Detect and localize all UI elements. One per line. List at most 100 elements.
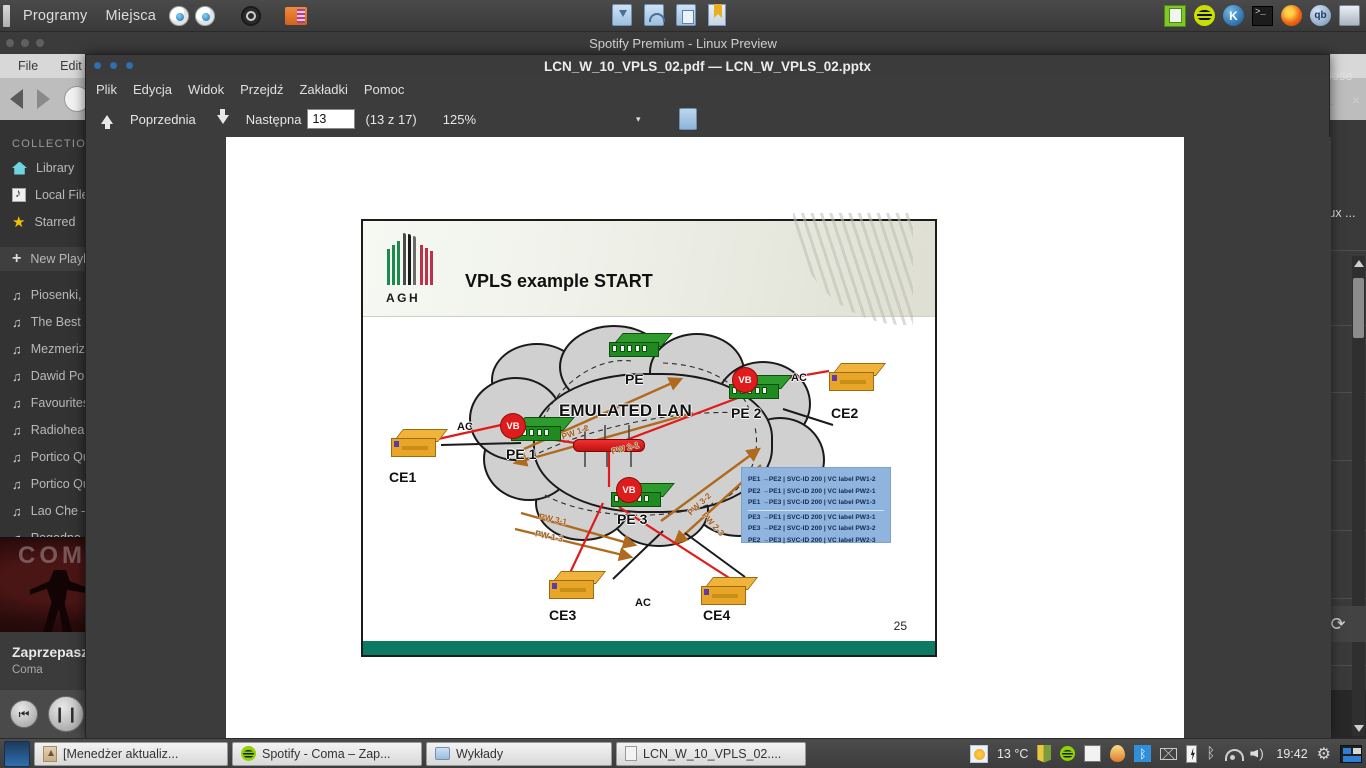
bluetooth-blue-icon[interactable]: ᛒ xyxy=(1134,745,1152,762)
weather-icon[interactable] xyxy=(969,744,988,763)
playlist-label: Dawid Po xyxy=(30,369,85,383)
forward-arrow-icon[interactable] xyxy=(37,89,50,109)
folder-media-icon[interactable] xyxy=(285,6,308,25)
volume-icon[interactable] xyxy=(1250,746,1267,761)
pdf-document-view[interactable]: AGH VPLS example START VB VB VB PE EMULA… xyxy=(86,137,1331,739)
spotify-titlebar: Spotify Premium - Linux Preview xyxy=(0,32,1366,54)
taskbar-button-pdf[interactable]: LCN_W_10_VPLS_02.... xyxy=(616,741,806,766)
taskbar-button-label: Spotify - Coma – Zap... xyxy=(262,746,391,761)
spotify-icon[interactable] xyxy=(1194,5,1215,26)
sidebar-item-label: Library xyxy=(36,161,75,175)
spotify-menu-edit[interactable]: Edit xyxy=(60,59,82,73)
music-note-icon: ♫ xyxy=(12,341,22,357)
home-icon xyxy=(12,161,27,175)
desktop-screen: Programy Miejsca K >_ qb Spotify Premium… xyxy=(0,0,1366,768)
vc-label-table: PE1 →PE2 | SVC-ID 200 | VC label PW1-2 P… xyxy=(741,467,891,544)
back-arrow-icon[interactable] xyxy=(10,89,23,109)
spotify-window-buttons[interactable] xyxy=(6,39,44,47)
window-minimize-icon[interactable] xyxy=(21,39,29,47)
playlist-label: Lao Che – xyxy=(30,504,89,518)
previous-page-button[interactable]: Poprzednia xyxy=(130,112,196,127)
pdf-menu-widok[interactable]: Widok xyxy=(188,82,224,97)
firefox-eyes-icon[interactable] xyxy=(169,5,190,26)
pause-button[interactable]: ❙❙ xyxy=(48,696,84,732)
terminal-icon[interactable]: >_ xyxy=(1252,5,1273,26)
label-ce2: CE2 xyxy=(831,405,859,421)
workspace-switcher-icon[interactable] xyxy=(1340,744,1362,763)
top-panel-middle-icons xyxy=(612,4,726,26)
editor-icon[interactable] xyxy=(1084,745,1102,762)
plus-icon: + xyxy=(12,250,22,267)
taskbar-button-wyklady[interactable]: Wykłady xyxy=(426,741,612,766)
previous-page-icon[interactable] xyxy=(94,108,120,130)
pdf-toolbar: Poprzednia Następna 13 (13 z 17) 125% ▾ xyxy=(86,101,1329,137)
taskbar-button-spotify[interactable]: Spotify - Coma – Zap... xyxy=(232,741,422,766)
battery-icon[interactable] xyxy=(1186,744,1198,763)
green-notepad-icon[interactable] xyxy=(1164,4,1186,27)
pdf-viewer-window[interactable]: LCN_W_10_VPLS_02.pdf — LCN_W_VPLS_02.ppt… xyxy=(85,54,1331,739)
ce4-device xyxy=(701,577,759,607)
playlist-label: Portico Qu xyxy=(30,477,90,491)
qbittorrent-icon[interactable]: qb xyxy=(1310,5,1331,26)
folder-icon xyxy=(435,747,450,760)
page-total-label: (13 z 17) xyxy=(365,111,417,127)
panel-grip[interactable] xyxy=(3,4,10,27)
album-art-figure xyxy=(30,570,90,632)
clock-label[interactable]: 19:42 xyxy=(1276,747,1307,761)
page-number-input[interactable]: 13 xyxy=(307,109,356,129)
close-icon[interactable]: × xyxy=(1352,92,1360,108)
menu-miejsca[interactable]: Miejsca xyxy=(96,8,165,24)
next-page-button[interactable]: Następna xyxy=(246,112,302,127)
gear-icon[interactable]: ⚙ xyxy=(1317,744,1331,764)
taskbar-button-update-manager[interactable]: [Menedżer aktualiz... xyxy=(34,741,228,766)
window-maximize-icon[interactable] xyxy=(36,39,44,47)
scrollbar-thumb[interactable] xyxy=(1353,278,1364,338)
scrollbar-vertical[interactable] xyxy=(1352,256,1365,736)
window-maximize-icon[interactable] xyxy=(126,62,133,69)
kde-icon[interactable]: K xyxy=(1223,5,1244,26)
firefox-icon[interactable] xyxy=(1281,5,1302,26)
scroll-up-icon[interactable] xyxy=(1354,260,1364,267)
sidebar-toggle-icon[interactable] xyxy=(678,108,697,130)
pdf-menu-pomoc[interactable]: Pomoc xyxy=(364,82,404,97)
sidebar-item-label: Starred xyxy=(34,215,76,229)
dropbox-icon[interactable] xyxy=(1110,745,1126,762)
chevron-down-icon[interactable]: ▾ xyxy=(636,114,641,125)
disk-icon[interactable] xyxy=(1339,5,1360,26)
pdf-icon xyxy=(625,746,637,761)
page-doc-icon[interactable] xyxy=(676,4,696,26)
ce3-device xyxy=(549,571,607,601)
window-close-icon[interactable] xyxy=(94,62,101,69)
ce1-device xyxy=(391,429,449,459)
label-ac-1: AC xyxy=(457,421,473,433)
music-note-icon: ♫ xyxy=(12,395,22,411)
show-desktop-icon[interactable] xyxy=(4,740,30,767)
pdf-menu-edycja[interactable]: Edycja xyxy=(133,82,172,97)
ubuntu-icon[interactable] xyxy=(241,5,262,26)
spotify-menu-file[interactable]: File xyxy=(18,59,38,73)
label-emulated-lan: EMULATED LAN xyxy=(559,401,692,420)
spotify-tray-icon[interactable] xyxy=(1060,746,1076,761)
previous-button[interactable]: ⏮ xyxy=(10,700,38,728)
zoom-level-value[interactable]: 125% xyxy=(443,112,476,127)
bluetooth-icon[interactable]: ᛒ xyxy=(1206,745,1215,762)
vc-table-row: PE1 →PE2 | SVC-ID 200 | VC label PW1-2 xyxy=(748,476,876,483)
bookmark-icon[interactable] xyxy=(708,4,726,26)
wifi-doc-icon[interactable] xyxy=(644,4,665,26)
pdf-menu-plik[interactable]: Plik xyxy=(96,82,117,97)
firefox-eyes-icon-2[interactable] xyxy=(195,5,216,26)
pdf-menu-zakladki[interactable]: Zakładki xyxy=(299,82,347,97)
menu-programy[interactable]: Programy xyxy=(14,8,96,24)
wifi-icon[interactable] xyxy=(1224,747,1245,761)
download-doc-icon[interactable] xyxy=(612,4,632,26)
pdf-menu-przejdz[interactable]: Przejdź xyxy=(240,82,283,97)
window-close-icon[interactable] xyxy=(6,39,14,47)
pdf-window-buttons[interactable] xyxy=(94,62,133,69)
next-page-icon[interactable] xyxy=(210,108,236,130)
mail-icon[interactable] xyxy=(1160,747,1178,760)
notes-icon[interactable] xyxy=(1037,744,1052,763)
scroll-down-icon[interactable] xyxy=(1354,725,1364,732)
vc-table-divider xyxy=(748,509,884,511)
label-ce3: CE3 xyxy=(549,607,577,623)
window-minimize-icon[interactable] xyxy=(110,62,117,69)
